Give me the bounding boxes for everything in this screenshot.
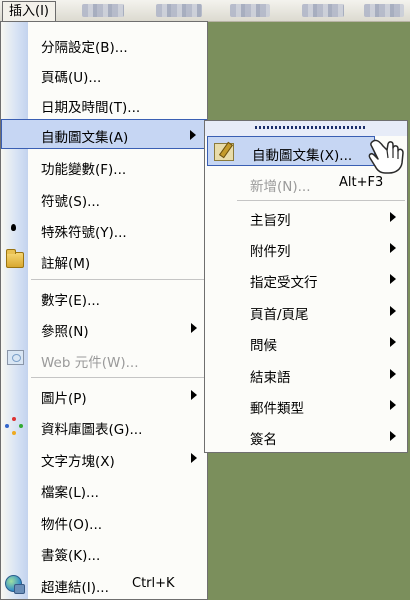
insert-menu: 分隔設定(B)... 頁碼(U)... 日期及時間(T)... 自動圖文集(A)… (0, 21, 208, 600)
submenu-item-header-footer[interactable]: 頁首/頁尾 (206, 296, 406, 326)
menu-item-special-symbol[interactable]: 特殊符號(Y)... (1, 214, 207, 244)
menu-item-date-time[interactable]: 日期及時間(T)... (1, 89, 207, 119)
submenu-item-signature[interactable]: 簽名 (206, 421, 406, 451)
submenu-item-autotext[interactable]: 自動圖文集(X)... (207, 136, 375, 166)
menu-item-bookmark[interactable]: 書簽(K)... (1, 537, 207, 567)
menu-separator (31, 279, 205, 280)
menu-separator (237, 200, 405, 201)
menu-item-web-component: Web 元件(W)... (1, 344, 207, 374)
menu-item-obscured[interactable] (302, 4, 344, 17)
submenu-arrow-icon (191, 453, 197, 463)
submenu-arrow-icon (390, 337, 396, 347)
menu-item-autotext[interactable]: 自動圖文集(A) (1, 119, 207, 149)
submenu-arrow-icon (390, 274, 396, 284)
submenu-arrow-icon (390, 306, 396, 316)
menu-item-obscured[interactable] (82, 4, 124, 17)
menu-insert[interactable]: 插入(I) (2, 1, 56, 21)
submenu-arrow-icon (390, 212, 396, 222)
menu-item-object[interactable]: 物件(O)... (1, 506, 207, 536)
submenu-item-salutation[interactable]: 問候 (206, 327, 406, 357)
menu-item-text-box[interactable]: 文字方塊(X) (1, 443, 207, 473)
menu-item-number[interactable]: 數字(E)... (1, 282, 207, 312)
hand-pointer-cursor-icon (368, 139, 404, 174)
submenu-arrow-icon (390, 431, 396, 441)
submenu-arrow-icon (390, 369, 396, 379)
menu-item-obscured[interactable] (364, 4, 404, 17)
submenu-item-attachment-line[interactable]: 附件列 (206, 233, 406, 263)
submenu-item-subject-line[interactable]: 主旨列 (206, 202, 406, 232)
menu-item-symbol[interactable]: 符號(S)... (1, 183, 207, 213)
menu-item-comment[interactable]: 註解(M) (1, 245, 207, 275)
menu-item-reference[interactable]: 參照(N) (1, 313, 207, 343)
hyperlink-globe-icon (5, 575, 25, 594)
menu-separator (31, 377, 205, 378)
menu-item-hyperlink[interactable]: 超連結(I)... Ctrl+K (1, 569, 207, 599)
submenu-drag-handle[interactable] (205, 121, 407, 136)
menu-item-page-numbers[interactable]: 頁碼(U)... (1, 59, 207, 89)
submenu-item-attention-line[interactable]: 指定受文行 (206, 264, 406, 294)
menu-item-obscured[interactable] (156, 4, 202, 17)
comment-icon (6, 249, 24, 268)
menu-item-break[interactable]: 分隔設定(B)... (1, 29, 207, 59)
autotext-icon (214, 143, 234, 161)
menu-item-database-diagram[interactable]: 資料庫圖表(G)... (1, 411, 207, 441)
menu-bar: 插入(I) (0, 0, 410, 22)
submenu-item-mailing-type[interactable]: 郵件類型 (206, 390, 406, 420)
submenu-item-closing[interactable]: 結束語 (206, 359, 406, 389)
symbol-icon (11, 224, 16, 231)
menu-item-obscured[interactable] (230, 4, 270, 17)
submenu-arrow-icon (390, 400, 396, 410)
menu-item-file[interactable]: 檔案(L)... (1, 474, 207, 504)
diagram-icon (5, 417, 23, 435)
submenu-arrow-icon (390, 243, 396, 253)
web-component-icon (7, 350, 24, 365)
submenu-arrow-icon (191, 323, 197, 333)
submenu-arrow-icon (191, 390, 197, 400)
menu-item-field[interactable]: 功能變數(F)... (1, 151, 207, 181)
submenu-arrow-icon (190, 130, 196, 140)
menu-item-picture[interactable]: 圖片(P) (1, 380, 207, 410)
grip-dots (255, 126, 365, 129)
